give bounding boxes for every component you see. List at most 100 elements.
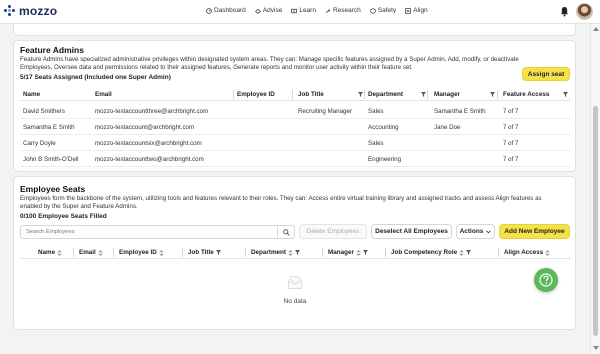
nav-safety[interactable]: Safety [370, 7, 396, 14]
col-email[interactable]: Email [79, 249, 103, 256]
add-new-employee-button[interactable]: Add New Employee [499, 224, 570, 239]
safety-icon [370, 7, 376, 14]
sort-icon[interactable] [288, 249, 293, 256]
help-fab-button[interactable] [534, 268, 558, 292]
feature-admins-seat-count: 5/17 Seats Assigned (Included one Super … [20, 74, 171, 81]
column-divider [113, 248, 114, 257]
col-department[interactable]: Department [251, 249, 300, 256]
table-row[interactable]: Samantha E Smith mozzo-testaccount@archb… [20, 119, 571, 135]
column-divider [73, 248, 74, 257]
nav-research[interactable]: Research [325, 7, 361, 14]
table-row[interactable]: David Smithers mozzo-testaccountthree@ar… [20, 103, 571, 119]
empty-inbox-icon [288, 276, 302, 289]
employee-seats-count: 0/100 Employee Seats Filled [20, 213, 107, 220]
sort-icon[interactable] [159, 249, 164, 256]
delete-employees-button[interactable]: Delete Employees [299, 224, 367, 239]
nav-align-label: Align [413, 7, 428, 14]
department-filter-icon[interactable] [295, 250, 300, 255]
col-employee-id[interactable]: Employee ID [237, 91, 275, 98]
col-job-competency-role[interactable]: Job Competency Role [391, 249, 472, 256]
col-department[interactable]: Department [368, 91, 403, 98]
manager-filter-icon[interactable] [490, 92, 495, 97]
column-divider [427, 90, 428, 99]
col-align-access[interactable]: Align Access [504, 249, 551, 256]
logo-mark-icon [4, 5, 16, 17]
scroll-thumb[interactable] [593, 106, 598, 336]
search-button[interactable] [277, 225, 295, 239]
job-competency-role-filter-icon[interactable] [466, 250, 472, 255]
manager-filter-icon[interactable] [362, 250, 368, 255]
chevron-down-icon [486, 229, 492, 233]
col-email[interactable]: Email [95, 91, 112, 98]
cell-department: Sales [368, 108, 384, 115]
col-manager[interactable]: Manager [434, 91, 460, 98]
department-filter-icon[interactable] [421, 92, 426, 97]
nav-align[interactable]: Align [405, 7, 428, 14]
col-employee-id[interactable]: Employee ID [119, 249, 164, 256]
mozzo-logo[interactable]: mozzo [4, 4, 57, 18]
employee-seats-description: Employees form the backbone of the syste… [20, 195, 542, 210]
job-title-filter-icon[interactable] [215, 250, 221, 255]
user-avatar[interactable] [576, 3, 593, 20]
sort-icon[interactable] [57, 249, 62, 256]
cell-name: David Smithers [23, 108, 65, 115]
notification-bell-icon[interactable] [560, 6, 569, 17]
main-nav: Dashboard Advise Learn Research Safety A… [206, 7, 428, 14]
col-name-label: Name [23, 91, 41, 98]
deselect-all-employees-button[interactable]: Deselect All Employees [371, 224, 452, 239]
cell-name: Carry Doyle [23, 140, 56, 147]
cell-department: Sales [368, 140, 384, 147]
table-row[interactable]: Carry Doyle mozzo-testaccountsix@archbri… [20, 135, 571, 151]
page-scrollbar[interactable] [590, 24, 600, 354]
align-icon [405, 7, 411, 14]
col-feature-access[interactable]: Feature Access [503, 91, 549, 98]
dashboard-icon [206, 7, 212, 14]
col-feature-access-label: Feature Access [503, 91, 550, 98]
cell-feature-access: 7 of 7 [503, 124, 519, 131]
table-row[interactable]: John B Smith-O'Dell mozzo-testaccounttwo… [20, 151, 571, 167]
sort-icon[interactable] [459, 249, 464, 256]
assign-seat-button[interactable]: Assign seat [522, 67, 570, 81]
cell-manager: Samantha E Smith [434, 108, 486, 115]
column-divider [385, 248, 386, 257]
nav-dashboard-label: Dashboard [214, 7, 246, 14]
col-job-title-label: Job Title [298, 91, 324, 98]
scroll-down-arrow-icon[interactable] [593, 346, 599, 350]
cell-email: mozzo-testaccountsix@archbright.com [95, 140, 202, 147]
col-name[interactable]: Name [38, 249, 62, 256]
advise-icon [254, 8, 261, 14]
col-job-title[interactable]: Job Title [298, 91, 324, 98]
sort-icon[interactable] [98, 249, 103, 256]
actions-dropdown[interactable]: Actions [456, 224, 495, 239]
search-icon [283, 228, 290, 236]
col-manager-label: Manager [328, 249, 354, 256]
col-job-title[interactable]: Job Title [188, 249, 221, 256]
nav-learn-label: Learn [299, 7, 316, 14]
col-manager[interactable]: Manager [328, 249, 368, 256]
column-divider [364, 90, 365, 99]
col-name[interactable]: Name [23, 91, 40, 98]
help-question-icon [539, 273, 553, 287]
sort-icon[interactable] [545, 249, 551, 256]
learn-icon [291, 8, 298, 13]
col-email-label: Email [95, 91, 112, 98]
nav-dashboard[interactable]: Dashboard [206, 7, 246, 14]
scroll-up-arrow-icon[interactable] [593, 27, 599, 31]
feature-access-filter-icon[interactable] [563, 92, 568, 97]
col-department-label: Department [251, 249, 286, 256]
cell-email: mozzo-testaccounttwo@archbright.com [95, 156, 204, 163]
previous-section-card [13, 24, 576, 36]
cell-department: Accounting [368, 124, 399, 131]
col-name-label: Name [38, 249, 56, 256]
job-title-filter-icon[interactable] [358, 92, 363, 97]
column-divider [498, 248, 499, 257]
nav-learn[interactable]: Learn [291, 7, 316, 14]
column-divider [322, 248, 323, 257]
nav-safety-label: Safety [377, 7, 397, 14]
research-icon [325, 8, 331, 13]
nav-advise[interactable]: Advise [254, 7, 282, 14]
search-employees-input[interactable] [20, 225, 295, 239]
sort-icon[interactable] [356, 249, 361, 256]
feature-admins-card: Feature Admins Feature Admins have speci… [13, 40, 576, 172]
employee-seats-card: Employee Seats Employees form the backbo… [13, 176, 576, 330]
